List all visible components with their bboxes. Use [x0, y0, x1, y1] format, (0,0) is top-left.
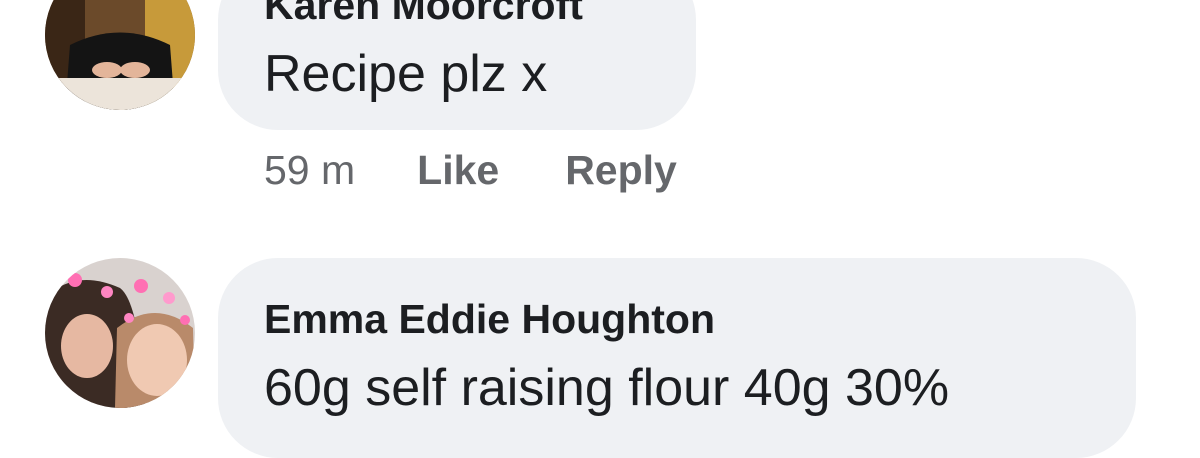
avatar-photo [45, 0, 195, 110]
reply-button[interactable]: Reply [565, 147, 677, 194]
comment-bubble: Karen Moorcroft Recipe plz x [218, 0, 696, 130]
comment-author[interactable]: Karen Moorcroft [264, 0, 583, 29]
comment-timestamp[interactable]: 59 m [264, 147, 355, 194]
avatar[interactable] [45, 0, 195, 110]
comment-text: Recipe plz x [264, 45, 548, 103]
like-button[interactable]: Like [417, 147, 499, 194]
avatar-photo [45, 258, 195, 408]
comment-author[interactable]: Emma Eddie Houghton [264, 296, 715, 343]
comment-bubble: Emma Eddie Houghton 60g self raising flo… [218, 258, 1136, 458]
comment-text: 60g self raising flour 40g 30% [264, 359, 950, 417]
avatar[interactable] [45, 258, 195, 408]
comment-actions: 59 m Like Reply [264, 145, 677, 195]
